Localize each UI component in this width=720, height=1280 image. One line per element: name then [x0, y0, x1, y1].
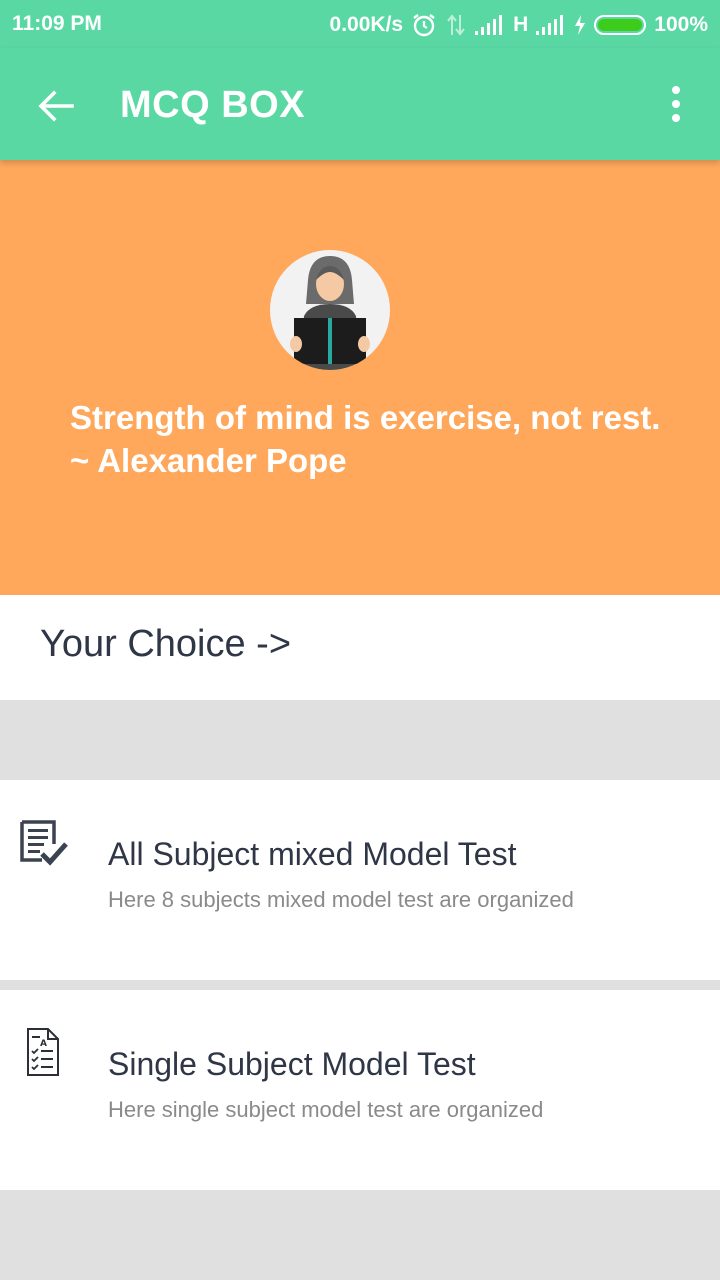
data-arrows-icon [445, 13, 467, 37]
quote-banner: Strength of mind is exercise, not rest. … [0, 160, 720, 595]
app-title: MCQ BOX [120, 84, 306, 126]
status-bar: 11:09 PM 0.00K/s H 100% [0, 0, 720, 48]
quote-text: Strength of mind is exercise, not rest. … [70, 396, 700, 482]
network-type: H [513, 13, 529, 36]
quote-line: Strength of mind is exercise, not rest. [70, 399, 661, 436]
charging-icon [574, 15, 586, 35]
choice-header: Your Choice -> [0, 595, 720, 700]
checklist-doc-icon [18, 818, 70, 870]
option-subtitle: Here single subject model test are organ… [108, 1097, 544, 1122]
back-button[interactable] [30, 80, 82, 132]
net-speed: 0.00K/s [329, 13, 404, 36]
arrow-back-icon [38, 90, 74, 122]
signal-icon [475, 15, 505, 35]
option-card-single[interactable]: A Single Subject Model Test Here single … [0, 990, 720, 1190]
status-time: 11:09 PM [12, 12, 102, 35]
signal-icon [536, 15, 566, 35]
reading-woman-avatar [270, 250, 390, 370]
option-card-mixed[interactable]: All Subject mixed Model Test Here 8 subj… [0, 780, 720, 980]
quote-author: ~ Alexander Pope [70, 442, 347, 479]
battery-percent: 100% [654, 13, 708, 36]
app-bar: MCQ BOX [0, 48, 720, 160]
battery-icon [594, 15, 647, 35]
choice-label: Your Choice -> [40, 623, 292, 665]
quiz-sheet-icon: A [18, 1026, 70, 1078]
alarm-icon [411, 12, 437, 38]
svg-text:A: A [40, 1039, 47, 1049]
option-subtitle: Here 8 subjects mixed model test are org… [108, 887, 574, 912]
overflow-menu-button[interactable] [656, 82, 696, 126]
option-title: Single Subject Model Test [108, 1046, 476, 1082]
more-vert-icon [672, 86, 680, 94]
status-icons: 0.00K/s H 100% [330, 12, 708, 38]
option-title: All Subject mixed Model Test [108, 836, 517, 872]
